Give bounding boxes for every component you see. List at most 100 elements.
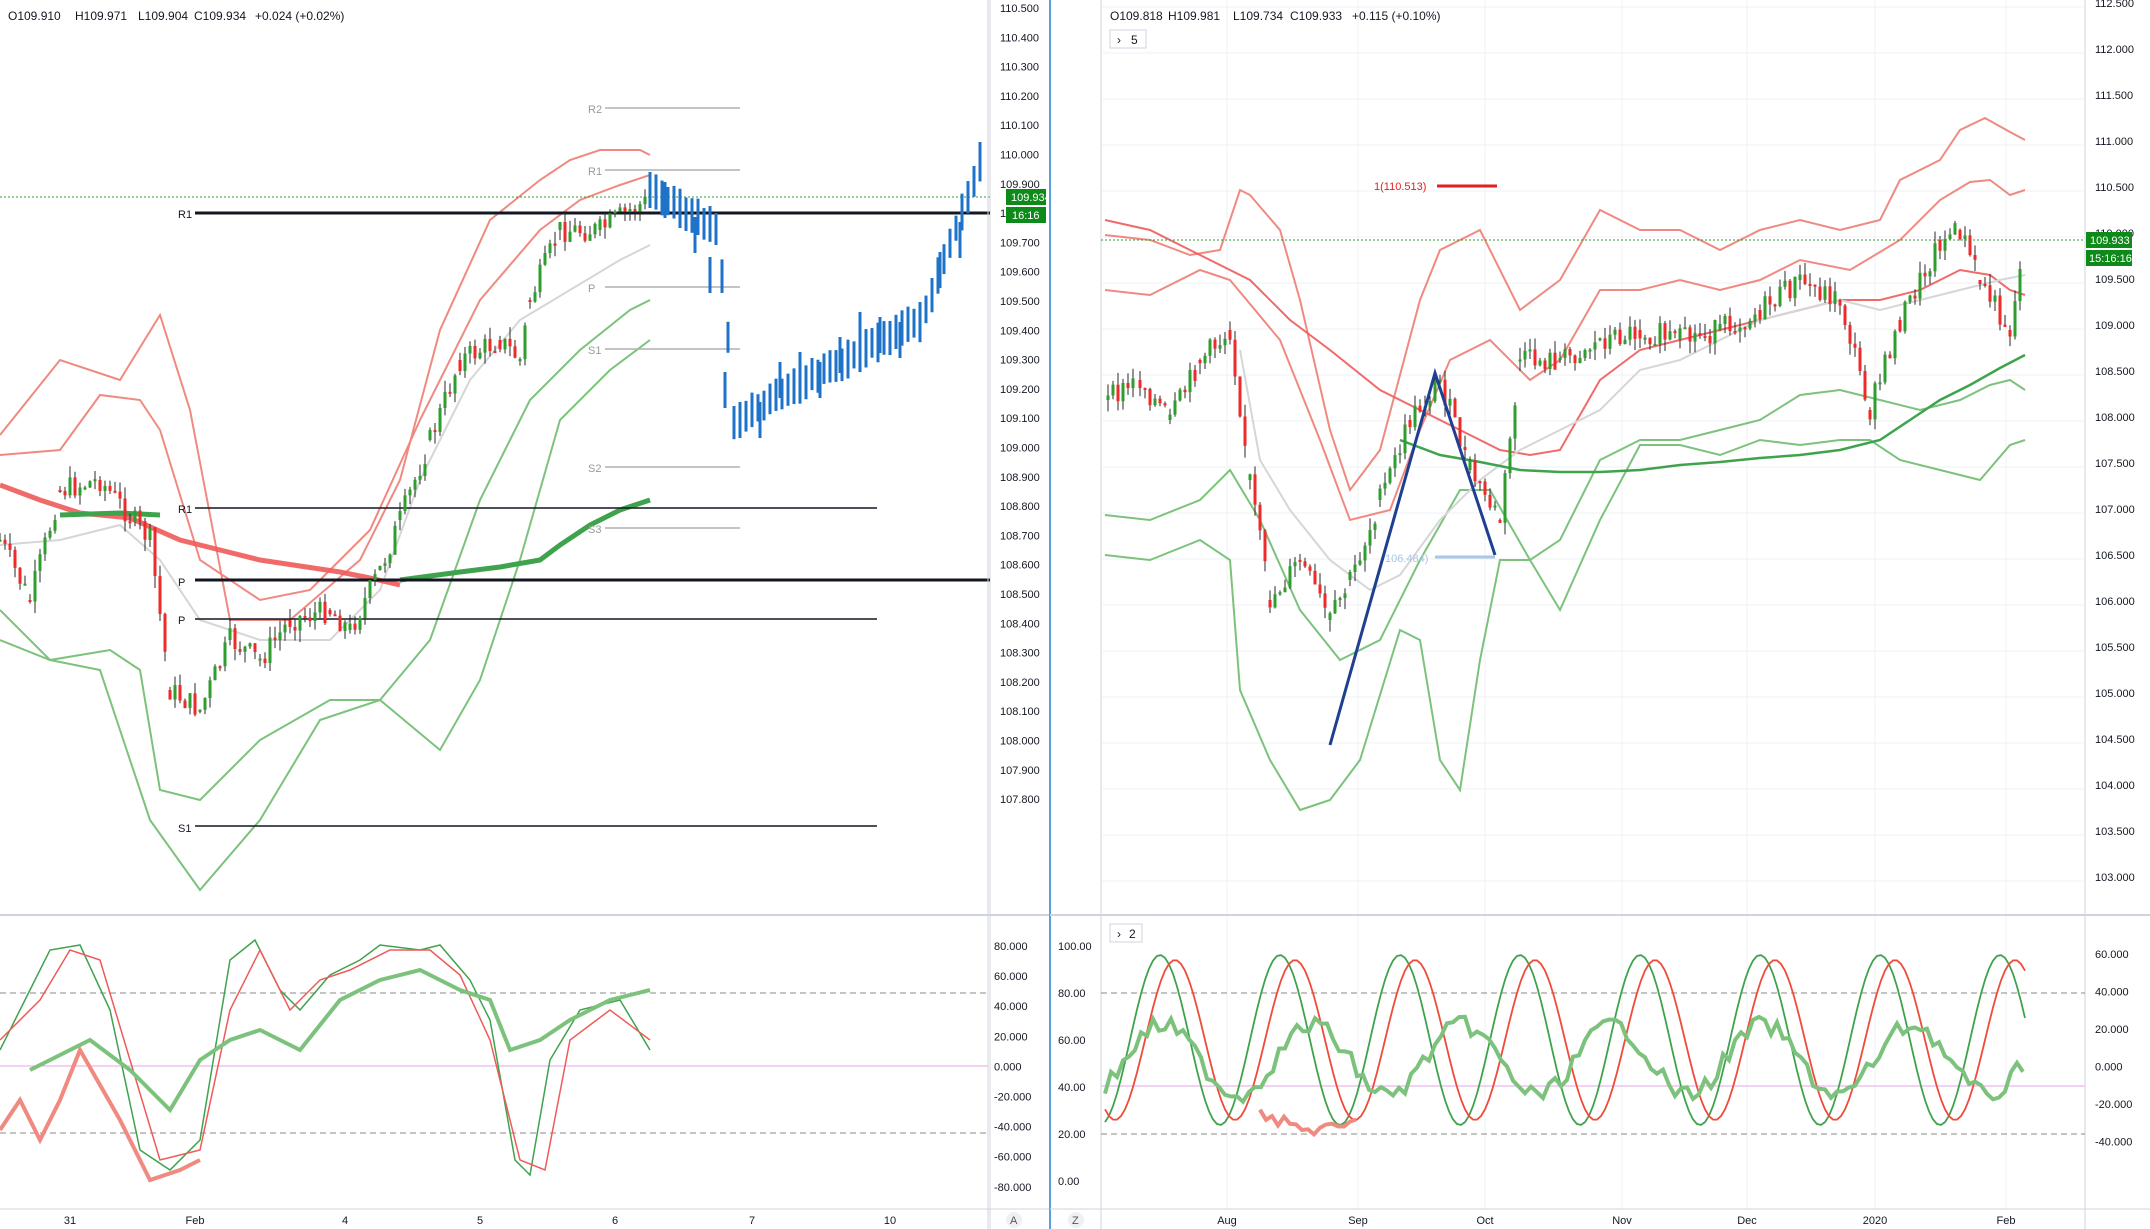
price-bar-body [1483, 481, 1487, 495]
right-low-annotation: 106.484) [1385, 553, 1428, 565]
right-chart-panel[interactable]: O109.818 H109.981 L109.734 C109.933 +0.1… [1049, 0, 2150, 1229]
price-bar-body [1243, 416, 1247, 446]
price-bar-body [1618, 329, 1622, 345]
price-bar-body [393, 525, 397, 555]
price-bar-body [28, 600, 32, 602]
left-price-tick: 109.000 [1000, 443, 1040, 455]
price-bar-body [23, 583, 27, 586]
price-bar-body [1888, 354, 1892, 359]
price-bar-body [1328, 613, 1332, 620]
price-bar-body [108, 485, 112, 491]
left-pivot-p1-label: P [178, 577, 185, 589]
price-bar-body [1563, 349, 1567, 359]
price-bar-body [1288, 566, 1292, 588]
price-bar-body [1608, 334, 1612, 349]
price-bar-body [1928, 271, 1932, 277]
price-bar-body [493, 351, 497, 354]
price-bar-body [483, 338, 487, 353]
left-price-tick: 110.100 [1000, 120, 1039, 132]
price-bar-body [333, 614, 337, 617]
left-price-tick: 108.100 [1000, 706, 1040, 718]
price-bar-body [283, 624, 287, 633]
price-bar-body [1633, 326, 1637, 339]
price-bar-body [1283, 587, 1287, 593]
price-bar-body [1603, 338, 1607, 349]
right-osc-right-tick: 0.000 [2095, 1062, 2123, 1074]
price-bar-body [408, 489, 412, 496]
price-bar-body [1148, 388, 1152, 406]
price-bar-body [33, 570, 37, 602]
price-bar-body [293, 626, 297, 631]
left-time-axis[interactable]: 31 Feb 4 5 6 7 10 [64, 1215, 896, 1227]
left-ohlc-low: L109.904 [138, 9, 188, 23]
left-price-tick: 108.600 [1000, 560, 1040, 572]
price-bar-body [1728, 315, 1732, 332]
right-osc-left-tick: 20.00 [1058, 1129, 1086, 1141]
price-bar-body [1733, 331, 1737, 334]
price-bar-body [1998, 295, 2002, 325]
price-bar-body [1153, 398, 1157, 406]
price-bar-body [223, 642, 227, 667]
price-bar-body [1218, 345, 1222, 349]
price-bar-body [538, 264, 542, 293]
left-osc-tick: 60.000 [994, 971, 1028, 983]
right-price-badge-value: 109.933 [2090, 235, 2130, 247]
left-pivot-r1b-label: R1 [178, 504, 192, 516]
right-indicators-collapse-button[interactable] [1109, 29, 1147, 49]
price-bar-body [1723, 315, 1727, 324]
right-time-tick: 2020 [1863, 1215, 1887, 1227]
price-bar-body [1143, 388, 1147, 391]
right-osc-left-tick: 0.00 [1058, 1176, 1079, 1188]
right-price-tick: 103.500 [2095, 826, 2135, 838]
price-bar-body [73, 477, 77, 496]
price-bar-body [1903, 301, 1907, 332]
price-bar-body [1873, 383, 1877, 420]
left-chart-panel[interactable]: O109.910 H109.971 L109.904 C109.934 +0.0… [0, 0, 1051, 1229]
price-bar-body [1743, 327, 1747, 330]
left-price-tick: 109.500 [1000, 296, 1040, 308]
right-price-tick: 112.000 [2095, 44, 2134, 56]
left-time-tick: 6 [612, 1215, 618, 1227]
right-price-tick: 105.000 [2095, 688, 2135, 700]
price-bar-body [168, 690, 172, 700]
price-bar-body [453, 375, 457, 394]
price-bar-body [78, 487, 82, 496]
price-bar-body [318, 601, 322, 613]
price-bar-body [1593, 342, 1597, 350]
price-bar-body [1773, 304, 1777, 307]
left-price-axis[interactable]: 110.500 110.400 110.300 110.200 110.100 110.0… [1000, 3, 1040, 806]
price-bar-body [148, 528, 152, 540]
left-time-tick: 10 [884, 1215, 896, 1227]
price-bar-body [1628, 326, 1632, 340]
price-bar-body [1573, 355, 1577, 364]
price-bar-body [458, 360, 462, 372]
price-bar-body [1818, 286, 1822, 300]
price-bar-body [623, 207, 627, 212]
price-bar-body [263, 658, 267, 664]
price-bar-body [1303, 561, 1307, 567]
price-bar-body [1408, 420, 1412, 428]
price-bar-body [183, 700, 187, 708]
price-bar-body [178, 685, 182, 701]
right-countdown-value: 15:16:16 [2089, 253, 2132, 265]
right-osc-collapse-button[interactable] [1109, 923, 1143, 943]
price-bar-body [373, 574, 377, 581]
price-bar-body [1313, 570, 1317, 585]
left-countdown-value: 16:16 [1012, 210, 1040, 222]
price-bar-body [193, 693, 197, 715]
price-bar-body [213, 666, 217, 681]
price-bar-body [303, 616, 307, 619]
left-price-tick: 108.900 [1000, 472, 1040, 484]
price-bar-body [38, 554, 42, 571]
left-price-tick: 110.300 [1000, 62, 1039, 74]
right-price-tick: 109.000 [2095, 320, 2135, 332]
price-bar-body [2018, 268, 2022, 302]
price-bar-body [563, 222, 567, 242]
right-ohlc-high: H109.981 [1168, 9, 1220, 23]
right-price-tick: 111.500 [2095, 90, 2133, 102]
price-bar-body [638, 204, 642, 212]
price-bar-body [1673, 331, 1677, 334]
price-bar-body [1188, 369, 1192, 393]
price-bar-body [1208, 339, 1212, 356]
price-bar-body [498, 340, 502, 350]
